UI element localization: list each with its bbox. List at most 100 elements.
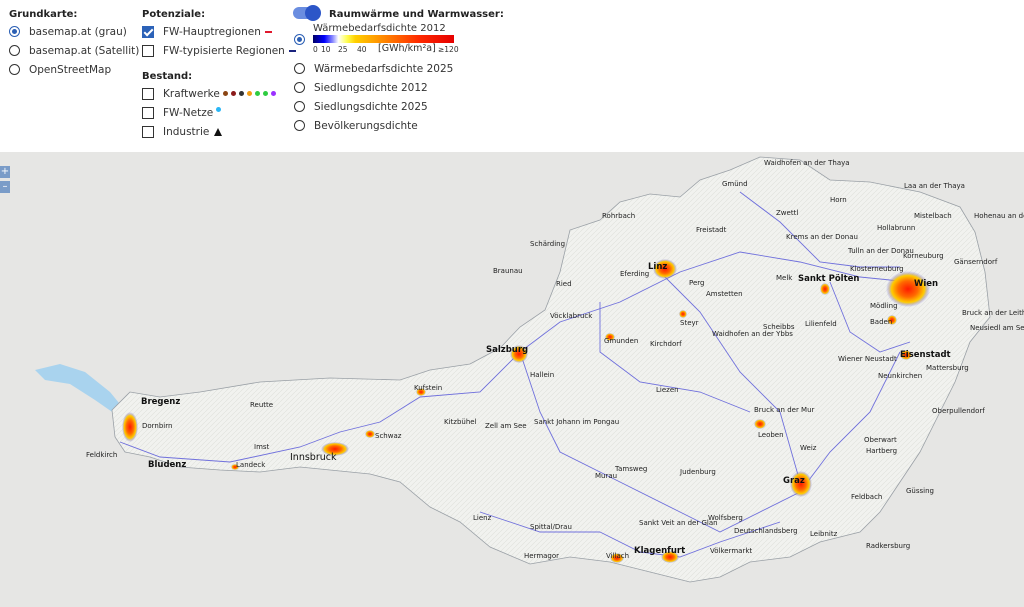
place-label: Oberpullendorf [932,407,985,415]
scale-label: ≥120 [438,45,459,54]
place-label: Radkersburg [866,542,911,550]
place-label: Dornbirn [142,422,173,430]
place-label: Steyr [680,319,699,327]
place-label: Zell am See [485,422,527,430]
place-label: Zwettl [776,209,799,217]
checkbox-checked-icon[interactable] [142,25,154,38]
heat-layer-toggle[interactable] [293,5,321,21]
place-label: Sankt Johann im Pongau [534,418,620,426]
place-label: Spittal/Drau [530,523,572,531]
place-label: Salzburg [486,345,529,355]
checkbox-icon[interactable] [142,44,154,57]
place-label: Laa an der Thaya [904,182,965,190]
place-label: Hallein [530,371,555,379]
place-label: Wolfsberg [708,514,743,522]
dot-icon [254,91,260,96]
radio-icon[interactable] [9,64,20,75]
place-label: Krems an der Donau [786,233,858,241]
checkbox-industrie[interactable]: Industrie [142,122,276,141]
place-label: Scheibbs [763,323,795,331]
heat-option-waermebedarf-2012[interactable]: Wärmebedarfsdichte 2012 [313,23,446,34]
place-label: Deutschlandsberg [734,527,798,535]
place-label: Amstetten [706,290,743,298]
place-label: Baden [870,318,893,326]
place-label: Gmunden [604,337,639,345]
place-label: Vöcklabruck [550,312,593,320]
place-label: Bruck an der Mur [754,406,815,414]
heat-options-list: Wärmebedarfsdichte 2025 Siedlungsdichte … [294,59,453,135]
basemap-option-satellit[interactable]: basemap.at (Satellit) [9,41,139,60]
place-label: Schärding [530,240,566,248]
radio-icon[interactable] [294,63,305,74]
place-label: Feldbach [851,493,883,501]
place-label: Innsbruck [290,452,337,463]
place-label: Kitzbühel [444,418,477,426]
place-label: Horn [830,196,847,204]
place-label: Hartberg [866,447,898,455]
place-label: Murau [595,472,618,480]
checkbox-icon[interactable] [142,87,154,100]
place-label: Eferding [620,270,650,278]
checkbox-fw-hauptregionen[interactable]: FW-Hauptregionen [142,22,296,41]
scale-label: 0 [313,45,318,54]
dot-icon [270,91,276,96]
place-label: Oberwart [864,436,897,444]
place-label: Landeck [236,461,266,469]
place-label: Judenburg [680,468,716,476]
heat-option-siedlung-2025[interactable]: Siedlungsdichte 2025 [294,97,453,116]
basemap-option-grau[interactable]: basemap.at (grau) [9,22,139,41]
basemap-option-osm[interactable]: OpenStreetMap [9,60,139,79]
radio-icon[interactable] [294,101,305,112]
basemap-group: Grundkarte: basemap.at (grau) basemap.at… [9,8,139,79]
place-label: Braunau [493,267,523,275]
place-label: Gänserndorf [954,258,998,266]
red-dash-icon [264,30,272,33]
checkbox-fw-typisierte-regionen[interactable]: FW-typisierte Regionen [142,41,296,60]
checkbox-icon[interactable] [142,125,154,138]
place-label: Waidhofen an der Ybbs [712,330,793,338]
heat-option-waermebedarf-2025[interactable]: Wärmebedarfsdichte 2025 [294,59,453,78]
dot-icon [262,91,268,96]
checkbox-kraftwerke[interactable]: Kraftwerke [142,84,276,103]
checkbox-fw-netze[interactable]: FW-Netze [142,103,276,122]
dot-icon [230,91,236,96]
place-label: Lienz [473,514,492,522]
place-label: Ried [556,280,572,288]
place-label: Villach [606,552,630,560]
place-label: Sankt Veit an der Glan [639,519,718,527]
place-label: Kufstein [414,384,443,392]
place-label: Schwaz [375,432,402,440]
radio-selected-icon[interactable] [9,26,20,37]
place-label: Hohenau an der March [974,212,1024,220]
radio-icon[interactable] [294,82,305,93]
place-label: Wien [914,279,939,289]
scale-unit: [GWh/km²a] [378,43,436,54]
bestand-title: Bestand: [142,71,193,82]
place-label: Neusiedl am See [970,324,1024,332]
radio-icon[interactable] [294,120,305,131]
place-label: Wiener Neustadt [838,355,897,363]
checkbox-icon[interactable] [142,106,154,119]
heat-option-bevoelkerung[interactable]: Bevölkerungsdichte [294,116,453,135]
zoom-in-button[interactable]: + [0,166,10,178]
place-label: Tamsweg [615,465,648,473]
place-label: Weiz [800,444,817,452]
place-label: Korneuburg [903,252,944,260]
place-label: Melk [776,274,793,282]
radio-selected-icon[interactable] [294,34,305,45]
place-label: Linz [648,262,668,272]
place-label: Neunkirchen [878,372,923,380]
zoom-out-button[interactable]: – [0,181,10,193]
potenziale-title: Potenziale: [142,9,206,20]
place-label: Bludenz [148,460,187,470]
place-label: Eisenstadt [900,350,951,360]
toggle-knob[interactable] [305,5,321,21]
heat-option-siedlung-2012[interactable]: Siedlungsdichte 2012 [294,78,453,97]
potenziale-group: Potenziale: FW-Hauptregionen FW-typisier… [142,8,296,60]
scale-label: 10 [321,45,331,54]
place-label: Sankt Pölten [798,274,860,284]
place-label: Perg [689,279,705,287]
radio-icon[interactable] [9,45,20,56]
map-canvas[interactable]: + – Waidhofen an der Thaya Gmünd Horn La… [0,152,1024,607]
triangle-icon [214,127,223,136]
